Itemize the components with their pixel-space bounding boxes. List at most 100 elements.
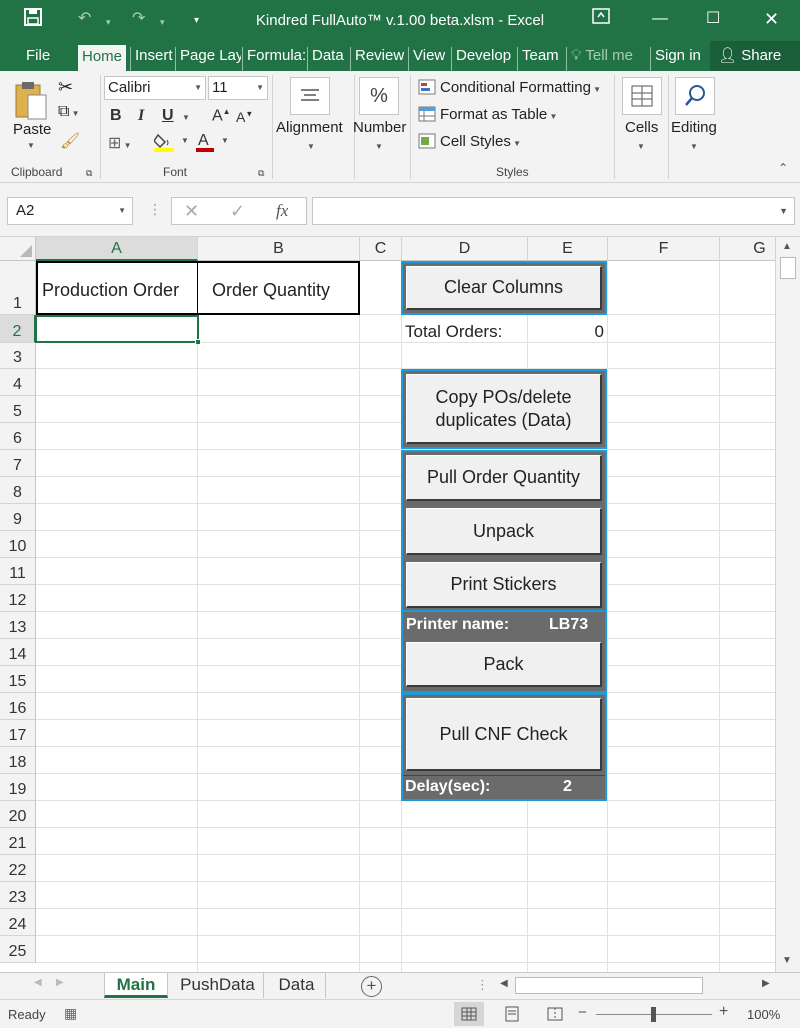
font-color-icon[interactable]: A ▼ [196, 131, 230, 156]
zoom-out-icon[interactable]: − [578, 1004, 587, 1021]
ribbon-display-icon[interactable] [592, 8, 610, 31]
row-header[interactable]: 22 [0, 855, 36, 882]
active-cell-a2[interactable] [35, 315, 199, 343]
macro-recording-icon[interactable]: ▦ [64, 1005, 77, 1022]
format-painter-icon[interactable]: 🖌︎ [60, 131, 80, 151]
row-header[interactable]: 17 [0, 720, 36, 747]
row-header[interactable]: 13 [0, 612, 36, 639]
cells-label[interactable]: Cells [625, 119, 658, 136]
column-header-c[interactable]: C [360, 237, 402, 261]
font-launcher-icon[interactable]: ⧉ [258, 168, 264, 179]
column-header-g[interactable]: G [720, 237, 775, 261]
unpack-button[interactable]: Unpack [406, 508, 602, 555]
cell-styles-button[interactable]: Cell Styles ▼ [440, 133, 521, 150]
select-all-button[interactable] [0, 237, 36, 261]
tab-file[interactable]: File [26, 47, 50, 71]
scroll-up-icon[interactable]: ▲ [782, 241, 792, 252]
cell-b1[interactable]: Order Quantity [197, 261, 360, 315]
row-header[interactable]: 20 [0, 801, 36, 828]
share-button[interactable]: 👤︎ Share [710, 41, 800, 71]
underline-dropdown-icon[interactable]: ▼ [182, 113, 190, 122]
enter-icon[interactable]: ✓ [230, 201, 245, 222]
row-header[interactable]: 15 [0, 666, 36, 693]
worksheet-grid[interactable]: A B C D E F G 1 2 3 4 5 6 7 8 9 10 11 12 13 14 15 16 17 1… [0, 237, 775, 972]
horizontal-scroll-thumb[interactable] [515, 977, 703, 994]
shrink-font-button[interactable]: A▼ [236, 109, 253, 125]
row-header[interactable]: 9 [0, 504, 36, 531]
collapse-ribbon-icon[interactable]: ⌃ [778, 161, 788, 175]
number-label[interactable]: Number [353, 119, 406, 136]
sheet-tab-main[interactable]: Main [104, 973, 168, 998]
format-as-table-button[interactable]: Format as Table ▼ [440, 106, 557, 123]
cells-icon[interactable] [622, 77, 662, 115]
tab-page-layout[interactable]: Page Lay [175, 47, 241, 71]
pull-cnf-check-button[interactable]: Pull CNF Check [406, 698, 602, 771]
row-header[interactable]: 10 [0, 531, 36, 558]
editing-label[interactable]: Editing [671, 119, 717, 136]
row-header[interactable]: 3 [0, 343, 36, 369]
column-header-d[interactable]: D [402, 237, 528, 261]
minimize-icon[interactable]: — [652, 8, 668, 30]
cell-styles-icon[interactable] [418, 133, 436, 152]
sign-in-link[interactable]: Sign in [650, 47, 701, 71]
next-sheet-icon[interactable]: ▶ [56, 977, 64, 988]
page-layout-view-button[interactable] [497, 1002, 527, 1026]
fill-color-icon[interactable]: ▼ [153, 131, 190, 156]
row-header[interactable]: 11 [0, 558, 36, 585]
row-header[interactable]: 18 [0, 747, 36, 774]
paste-label[interactable]: Paste [13, 121, 51, 138]
tab-team[interactable]: Team [517, 47, 559, 71]
scroll-thumb[interactable] [780, 257, 796, 279]
paste-icon[interactable] [12, 79, 50, 121]
paste-dropdown-icon[interactable]: ▼ [27, 141, 35, 150]
formula-input[interactable]: ▼ [312, 197, 795, 225]
editing-dropdown-icon[interactable]: ▼ [690, 142, 698, 151]
row-header[interactable]: 2 [0, 315, 36, 343]
number-dropdown-icon[interactable]: ▼ [375, 142, 383, 151]
row-header[interactable]: 6 [0, 423, 36, 450]
sheet-tab-pushdata[interactable]: PushData [172, 973, 264, 998]
tab-formulas[interactable]: Formula: [242, 47, 305, 71]
column-header-b[interactable]: B [198, 237, 360, 261]
zoom-level[interactable]: 100% [747, 1007, 780, 1022]
percent-icon[interactable]: % [359, 77, 399, 115]
conditional-formatting-button[interactable]: Conditional Formatting ▼ [440, 79, 601, 96]
sheet-tab-data[interactable]: Data [268, 973, 326, 998]
italic-button[interactable]: I [138, 107, 144, 125]
column-header-e[interactable]: E [528, 237, 608, 261]
row-header[interactable]: 14 [0, 639, 36, 666]
page-break-view-button[interactable] [540, 1002, 570, 1026]
name-box[interactable]: A2 ▼ [7, 197, 133, 225]
font-size-select[interactable]: 11 ▼ [208, 76, 268, 100]
row-header[interactable]: 1 [0, 261, 36, 315]
print-stickers-button[interactable]: Print Stickers [406, 562, 602, 608]
underline-button[interactable]: U [162, 107, 174, 125]
scroll-down-icon[interactable]: ▼ [782, 955, 792, 966]
tab-view[interactable]: View [408, 47, 445, 71]
fill-handle[interactable] [195, 339, 201, 345]
tab-review[interactable]: Review [350, 47, 404, 71]
vertical-scrollbar[interactable]: ▲ ▼ [775, 237, 800, 972]
row-header[interactable]: 21 [0, 828, 36, 855]
alignment-dropdown-icon[interactable]: ▼ [307, 142, 315, 151]
pack-button[interactable]: Pack [406, 642, 602, 687]
cancel-icon[interactable]: ✕ [184, 201, 199, 222]
cells-dropdown-icon[interactable]: ▼ [637, 142, 645, 151]
scroll-right-icon[interactable]: ▶ [762, 978, 770, 989]
delay-value[interactable]: 2 [563, 778, 572, 796]
pull-order-quantity-button[interactable]: Pull Order Quantity [406, 455, 602, 501]
column-header-f[interactable]: F [608, 237, 720, 261]
row-header[interactable]: 7 [0, 450, 36, 477]
row-header[interactable]: 19 [0, 774, 36, 801]
tab-home[interactable]: Home [78, 45, 127, 71]
row-header[interactable]: 4 [0, 369, 36, 396]
clipboard-launcher-icon[interactable]: ⧉ [86, 168, 92, 179]
tab-developer[interactable]: Develop [451, 47, 511, 71]
row-header[interactable]: 25 [0, 936, 36, 963]
new-sheet-icon[interactable]: + [361, 976, 382, 997]
close-icon[interactable]: ✕ [764, 8, 779, 30]
cell-a1[interactable]: Production Order [36, 261, 198, 315]
cut-icon[interactable]: ✂ [58, 77, 73, 98]
alignment-icon[interactable] [290, 77, 330, 115]
search-icon[interactable] [675, 77, 715, 115]
